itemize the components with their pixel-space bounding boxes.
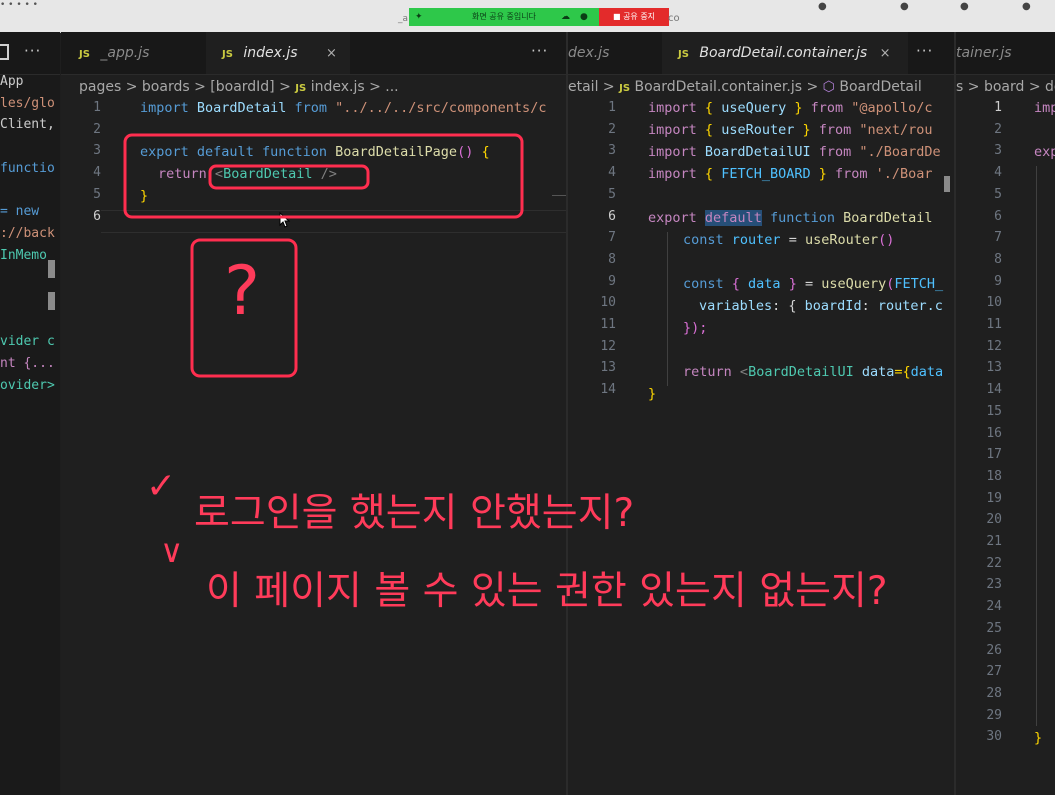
highlight-box <box>208 164 370 190</box>
highlight-box <box>123 133 524 219</box>
check-icon: ✓ <box>146 466 177 507</box>
annotation-text: 이 페이지 볼 수 있는 권한 있는지 없는지? <box>206 569 888 614</box>
check-icon: ∨ <box>160 532 184 570</box>
question-mark: ? <box>224 252 261 331</box>
annotation-text: 로그인을 했는지 안했는지? <box>194 491 635 536</box>
annotation-layer <box>123 133 524 378</box>
